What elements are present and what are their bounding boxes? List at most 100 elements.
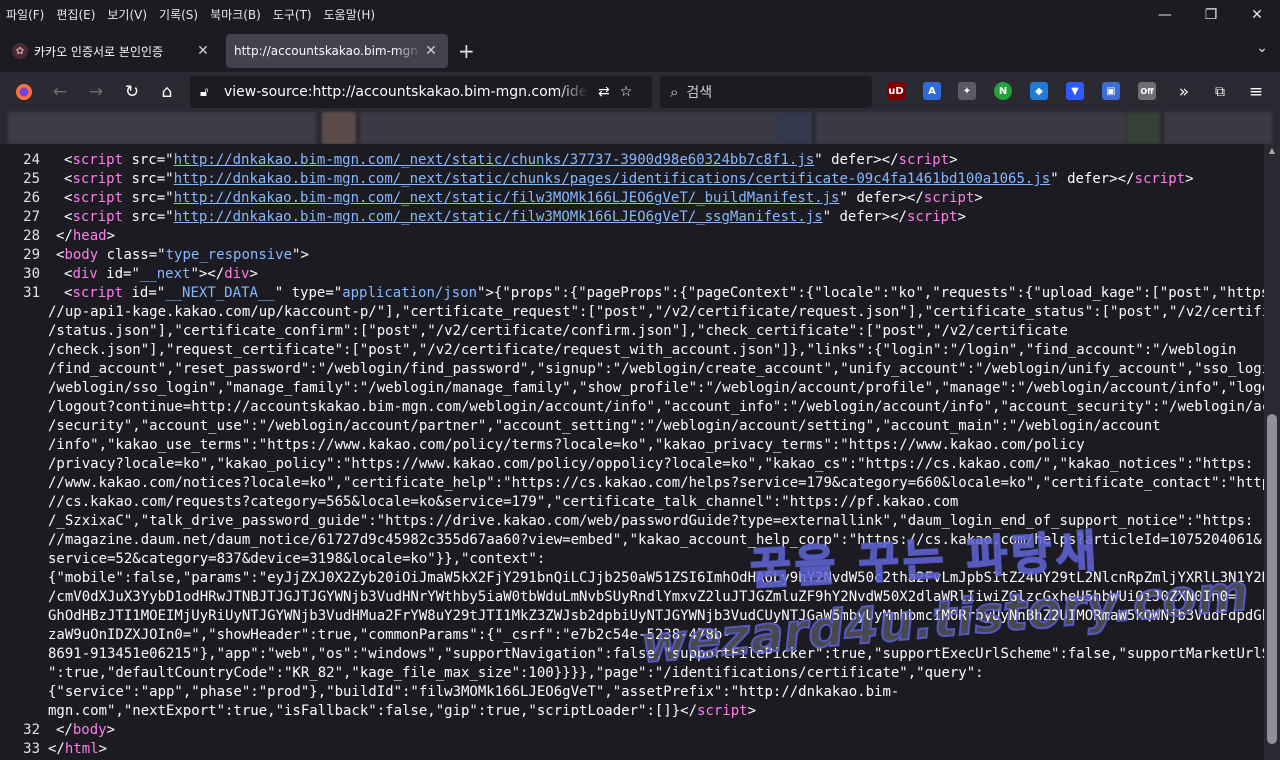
line-number: 25 [23, 171, 40, 187]
source-text: /info","kakao_use_terms":"https://www.ka… [48, 437, 1085, 453]
attribute-value: application/json [342, 285, 478, 301]
source-text: > [974, 190, 983, 206]
window-controls: — ❐ ✕ [1142, 0, 1280, 30]
url-text[interactable]: view-source:http://accountskakao.bim-mgn… [224, 84, 588, 100]
blurred-bookmarks [776, 112, 812, 144]
source-link[interactable]: http://dnkakao.bim-mgn.com/_next/static/… [174, 209, 823, 225]
source-line: 8691-913451e06215"},"app":"web","os":"wi… [0, 645, 1264, 664]
ublock-extension-icon[interactable]: uD [887, 82, 905, 100]
source-text: /weblogin/sso_login","manage_family":"/w… [48, 380, 1264, 396]
source-code: /check.json"],"request_certificate":["po… [48, 341, 1236, 360]
html-tag-name: script [72, 209, 124, 225]
menu-history[interactable]: 기록(S) [153, 5, 204, 25]
source-code: </html> [48, 740, 107, 759]
arrow-extension-icon[interactable]: ▼ [1066, 82, 1084, 100]
source-code: //www.kakao.com/notices?locale=ko","cert… [48, 474, 1264, 493]
scroll-up-icon[interactable]: ▲ [1264, 144, 1280, 158]
shield-extension-icon[interactable]: ◆ [1030, 82, 1048, 100]
list-all-tabs-icon[interactable]: ⌄ [1256, 40, 1268, 56]
html-tag-name: script [898, 152, 950, 168]
source-text: =" [156, 190, 174, 206]
firefox-icon[interactable] [12, 80, 36, 104]
tab-strip: ✿ 카카오 인증서로 본인인증 ✕ http://accountskakao.b… [0, 30, 1280, 72]
restore-button[interactable]: ❐ [1188, 0, 1234, 30]
back-button[interactable]: ← [48, 80, 72, 104]
menu-tools[interactable]: 도구(T) [267, 5, 318, 25]
home-button[interactable]: ⌂ [155, 80, 179, 104]
off-extension-icon[interactable]: Off [1138, 82, 1156, 100]
source-line: /cmV0dXJuX3YybD1odHRwJTNBJTJGJTJGYWNjb3V… [0, 588, 1264, 607]
scrollbar-thumb[interactable] [1267, 414, 1277, 744]
search-placeholder: 검색 [686, 85, 713, 101]
source-text: > [1185, 171, 1194, 187]
close-tab-icon[interactable]: ✕ [422, 43, 440, 59]
source-link[interactable]: http://dnkakao.bim-mgn.com/_next/static/… [174, 171, 1051, 187]
html-tag-name: div [72, 266, 98, 282]
tab-view-source[interactable]: http://accountskakao.bim-mgn.com/identif… [226, 34, 448, 68]
source-code: //magazine.daum.net/daum_notice/61727d9c… [48, 531, 1262, 550]
translate-extension-icon[interactable]: A [923, 82, 941, 100]
new-tab-button[interactable]: + [458, 39, 475, 63]
source-line: 26 <script src="http://dnkakao.bim-mgn.co… [0, 189, 1264, 208]
blurred-bookmarks [1164, 112, 1272, 144]
menu-view[interactable]: 보기(V) [101, 5, 153, 25]
source-text: ":true,"defaultCountryCode":"KR_82","kag… [48, 665, 984, 681]
html-tag-name: script [1134, 171, 1186, 187]
source-text: > [957, 209, 966, 225]
menu-edit[interactable]: 편집(E) [50, 5, 101, 25]
source-line: service=52&category=837&device=3198&loca… [0, 550, 1264, 569]
source-line: /check.json"],"request_certificate":["po… [0, 341, 1264, 360]
puzzle-extension-icon[interactable]: ✦ [958, 82, 976, 100]
overflow-menu-button[interactable]: » [1172, 80, 1196, 104]
source-code: /security","account_use":"/weblogin/acco… [48, 417, 1161, 436]
source-text: " [814, 152, 832, 168]
source-link[interactable]: http://dnkakao.bim-mgn.com/_next/static/… [174, 152, 815, 168]
forward-button[interactable]: → [84, 80, 108, 104]
line-number: 24 [23, 152, 40, 168]
source-text: </ [56, 228, 73, 244]
app-menu-button[interactable]: ≡ [1244, 80, 1268, 104]
source-line: zaW9uOnIDZXJOIn0=","showHeader":true,"co… [0, 626, 1264, 645]
source-text: ></ [1109, 171, 1135, 187]
search-bar[interactable]: ⌕ 검색 [660, 76, 872, 108]
html-tag-name: body [72, 722, 107, 738]
source-text [98, 247, 106, 263]
tab-kakao-auth[interactable]: ✿ 카카오 인증서로 본인인증 ✕ [4, 34, 220, 68]
bookmark-star-icon[interactable]: ☆ [620, 84, 633, 100]
menu-bookmarks[interactable]: 북마크(B) [204, 5, 267, 25]
line-number: 26 [23, 190, 40, 206]
menu-file[interactable]: 파일(F) [0, 5, 50, 25]
minimize-button[interactable]: — [1142, 0, 1188, 30]
source-text: > [249, 266, 258, 282]
source-code: <body class="type_responsive"> [56, 246, 309, 265]
source-text: =" [123, 266, 140, 282]
url-bar[interactable]: 🔓︎ view-source:http://accountskakao.bim-… [190, 76, 652, 108]
close-window-button[interactable]: ✕ [1234, 0, 1280, 30]
source-text [98, 266, 106, 282]
menu-help[interactable]: 도움말(H) [318, 5, 382, 25]
extensions-button[interactable]: ⧉ [1208, 80, 1232, 104]
translate-page-icon[interactable]: ⇄ [598, 84, 610, 100]
source-line: //up-api1-kage.kakao.com/up/kaccount-p/"… [0, 303, 1264, 322]
source-code: zaW9uOnIDZXJOIn0=","showHeader":true,"co… [48, 626, 731, 645]
box-extension-icon[interactable]: ▣ [1102, 82, 1120, 100]
n-extension-icon[interactable]: N [994, 82, 1012, 100]
source-line: 33 </html> [0, 740, 1264, 759]
blurred-bookmarks [1126, 112, 1160, 144]
kakao-favicon-icon: ✿ [12, 43, 28, 59]
reload-button[interactable]: ↻ [120, 80, 144, 104]
line-number: 33 [23, 741, 40, 757]
attribute-name: src [131, 190, 157, 206]
source-text: 8691-913451e06215"},"app":"web","os":"wi… [48, 646, 1264, 662]
source-code: {"mobile":false,"params":"eyJjZXJ0X2Zyb2… [48, 569, 1264, 588]
line-number: 31 [23, 285, 40, 301]
source-link[interactable]: http://dnkakao.bim-mgn.com/_next/static/… [174, 190, 840, 206]
source-line: {"service":"app","phase":"prod"},"buildI… [0, 683, 1264, 702]
attribute-name: defer [831, 152, 874, 168]
vertical-scrollbar[interactable]: ▲ [1264, 144, 1280, 760]
source-line: /status.json"],"certificate_confirm":["p… [0, 322, 1264, 341]
close-tab-icon[interactable]: ✕ [194, 43, 212, 59]
line-number: 29 [23, 247, 40, 263]
attribute-name: defer [856, 190, 899, 206]
insecure-lock-icon[interactable]: 🔓︎ [200, 85, 216, 100]
